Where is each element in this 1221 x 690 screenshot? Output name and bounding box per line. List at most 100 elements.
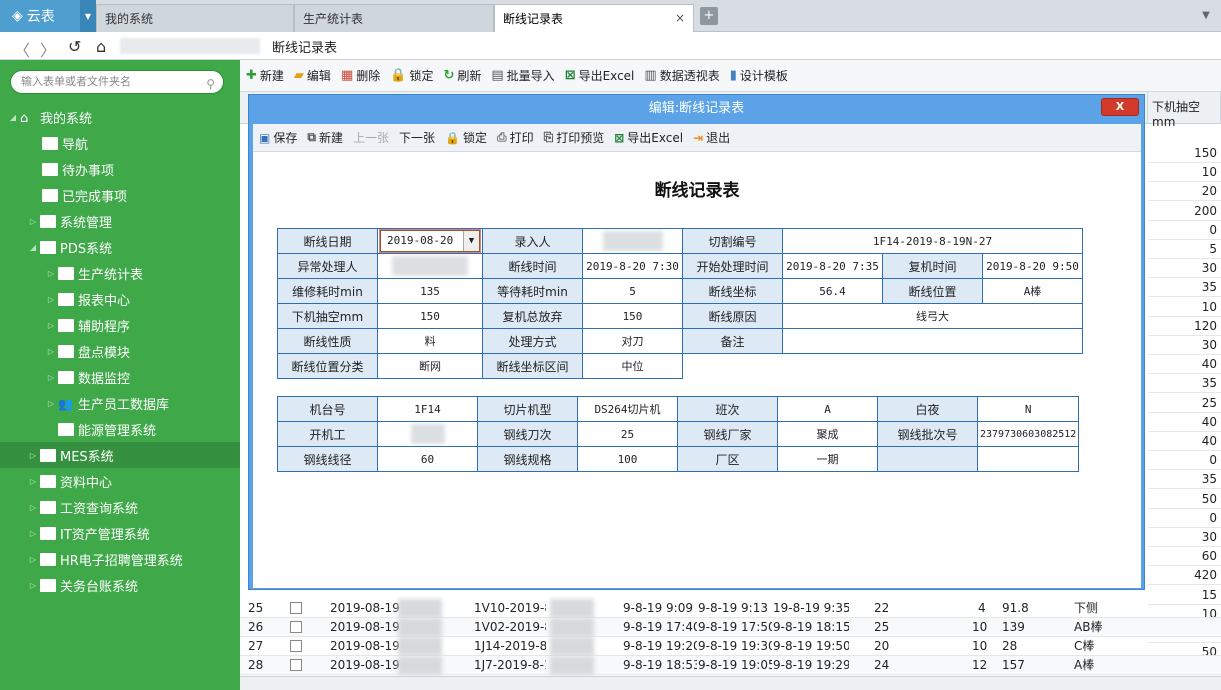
- expand-icon[interactable]: ▷: [28, 529, 38, 538]
- table-row[interactable]: 27 2019-08-19 1J14-2019-8 9-8-19 19:20 9…: [240, 637, 1221, 656]
- machine-field[interactable]: 1F14: [377, 396, 478, 422]
- sidebar-item-energy[interactable]: 能源管理系统: [0, 416, 240, 442]
- save-button[interactable]: ▣ 保存: [259, 129, 297, 146]
- table-row[interactable]: 25 2019-08-19 1V10-2019-8 9-8-19 9:09 9-…: [240, 599, 1221, 618]
- sidebar-item-aux[interactable]: ▷ 辅助程序: [0, 312, 240, 338]
- close-icon[interactable]: ×: [675, 11, 685, 25]
- window-menu-icon[interactable]: ▼: [1191, 0, 1221, 32]
- expand-icon[interactable]: ▷: [28, 581, 38, 590]
- wait-min-field[interactable]: 5: [582, 278, 683, 304]
- sidebar-item-mes[interactable]: ▷ MES系统: [0, 442, 240, 468]
- sidebar-item-hr[interactable]: ▷ HR电子招聘管理系统: [0, 546, 240, 572]
- exit-button[interactable]: ⇥ 退出: [693, 129, 730, 146]
- start-time-field[interactable]: 2019-8-20 7:35: [782, 253, 883, 279]
- shift-field[interactable]: A: [777, 396, 878, 422]
- prev-button[interactable]: 上一张: [353, 129, 389, 146]
- batch-field[interactable]: 2379730603082512: [976, 421, 1080, 447]
- row-checkbox[interactable]: [290, 621, 302, 633]
- expand-icon[interactable]: ▷: [28, 217, 38, 226]
- search-input[interactable]: 输入表单或者文件夹名 ⚲: [10, 70, 224, 94]
- tab-production-stats[interactable]: 生产统计表: [294, 4, 494, 32]
- row-checkbox[interactable]: [290, 659, 302, 671]
- sidebar-item-inventory[interactable]: ▷ 盘点模块: [0, 338, 240, 364]
- note-field[interactable]: [782, 328, 1083, 354]
- tab-my-system[interactable]: 我的系统: [96, 4, 294, 32]
- expand-icon[interactable]: ▷: [46, 321, 56, 330]
- delete-button[interactable]: ▦ 删除: [341, 67, 380, 84]
- sidebar-item-customs[interactable]: ▷ 关务台账系统: [0, 572, 240, 598]
- entry-person-field[interactable]: [582, 228, 683, 254]
- add-tab-button[interactable]: +: [700, 7, 718, 25]
- expand-icon[interactable]: ◢: [28, 243, 38, 252]
- new-button[interactable]: ✚ 新建: [246, 67, 284, 84]
- diameter-field[interactable]: 60: [377, 446, 478, 472]
- next-button[interactable]: 下一张: [399, 129, 435, 146]
- restart-abandon-field[interactable]: 150: [582, 303, 683, 329]
- sidebar-item-it-assets[interactable]: ▷ IT资产管理系统: [0, 520, 240, 546]
- down-mm-field[interactable]: 150: [377, 303, 483, 329]
- home-icon[interactable]: ⌂: [96, 37, 106, 56]
- design-template-button[interactable]: ▮ 设计模板: [730, 67, 788, 84]
- dialog-close-button[interactable]: X: [1101, 98, 1139, 116]
- lock-button[interactable]: 🔒 锁定: [390, 67, 433, 84]
- sidebar-item-pds[interactable]: ◢ PDS系统: [0, 234, 240, 260]
- date-picker[interactable]: 2019-08-20 ▼: [380, 230, 480, 252]
- reload-icon[interactable]: ↺: [68, 37, 81, 56]
- edit-button[interactable]: ▰ 编辑: [294, 67, 331, 84]
- table-row[interactable]: 28 2019-08-19 1J7-2019-8-1 9-8-19 18:53 …: [240, 656, 1221, 675]
- chevron-down-icon[interactable]: ▼: [80, 0, 96, 32]
- cut-no-field[interactable]: 1F14-2019-8-19N-27: [782, 228, 1083, 254]
- sidebar-item-prod-stats[interactable]: ▷ 生产统计表: [0, 260, 240, 286]
- print-preview-button[interactable]: ⎘ 打印预览: [544, 129, 605, 146]
- method-field[interactable]: 对刀: [582, 328, 683, 354]
- tab-break-record[interactable]: 断线记录表 ×: [494, 4, 694, 32]
- empty-value-cell[interactable]: [976, 446, 1080, 472]
- table-row[interactable]: 26 2019-08-19 1V02-2019-8 9-8-19 17:40 9…: [240, 618, 1221, 637]
- url-field[interactable]: [120, 38, 260, 54]
- coord-field[interactable]: 56.4: [782, 278, 883, 304]
- forward-icon[interactable]: 〉: [40, 37, 56, 61]
- print-button[interactable]: ⎙ 打印: [497, 129, 534, 146]
- dialog-new-button[interactable]: ⧉ 新建: [307, 129, 343, 146]
- expand-icon[interactable]: ▷: [28, 477, 38, 486]
- break-date-field[interactable]: 2019-08-20 ▼: [377, 228, 483, 254]
- refresh-button[interactable]: ↻ 刷新: [443, 67, 481, 84]
- sidebar-item-nav[interactable]: 导航: [0, 130, 240, 156]
- app-logo[interactable]: ◈ 云表 ▼: [0, 0, 96, 32]
- dialog-export-excel-button[interactable]: ⊠ 导出Excel: [614, 129, 683, 146]
- position-category-field[interactable]: 断网: [377, 353, 483, 379]
- chevron-down-icon[interactable]: ▼: [463, 231, 479, 251]
- reason-field[interactable]: 线弓大: [782, 303, 1083, 329]
- sidebar-item-docs[interactable]: ▷ 资料中心: [0, 468, 240, 494]
- sidebar-item-sysadmin[interactable]: ▷ 系统管理: [0, 208, 240, 234]
- row-checkbox[interactable]: [290, 602, 302, 614]
- position-field[interactable]: A棒: [982, 278, 1083, 304]
- back-icon[interactable]: 〈: [14, 37, 30, 61]
- day-night-field[interactable]: N: [976, 396, 1080, 422]
- expand-icon[interactable]: ▷: [46, 347, 56, 356]
- coord-range-field[interactable]: 中位: [582, 353, 683, 379]
- sidebar-item-todo[interactable]: 待办事项: [0, 156, 240, 182]
- search-icon[interactable]: ⚲: [206, 73, 215, 95]
- operator-field[interactable]: [377, 421, 478, 447]
- dialog-lock-button[interactable]: 🔒 锁定: [445, 129, 487, 146]
- nature-field[interactable]: 料: [377, 328, 483, 354]
- expand-icon[interactable]: ▷: [46, 295, 56, 304]
- row-checkbox[interactable]: [290, 640, 302, 652]
- sidebar-item-payroll[interactable]: ▷ 工资查询系统: [0, 494, 240, 520]
- expand-icon[interactable]: ▷: [46, 399, 56, 408]
- area-field[interactable]: 一期: [777, 446, 878, 472]
- resume-time-field[interactable]: 2019-8-20 9:50: [982, 253, 1083, 279]
- sidebar-item-done[interactable]: 已完成事项: [0, 182, 240, 208]
- sidebar-item-my-system[interactable]: ◢ ⌂ 我的系统: [0, 104, 240, 130]
- spec-field[interactable]: 100: [577, 446, 678, 472]
- expand-icon[interactable]: ▷: [28, 555, 38, 564]
- expand-icon[interactable]: ▷: [28, 503, 38, 512]
- sidebar-item-monitor[interactable]: ▷ 数据监控: [0, 364, 240, 390]
- export-excel-button[interactable]: ⊠ 导出Excel: [565, 67, 635, 84]
- knife-field[interactable]: 25: [577, 421, 678, 447]
- sidebar-item-staff-db[interactable]: ▷ 👥 生产员工数据库: [0, 390, 240, 416]
- repair-min-field[interactable]: 135: [377, 278, 483, 304]
- vendor-field[interactable]: 聚成: [777, 421, 878, 447]
- expand-icon[interactable]: ◢: [8, 113, 18, 122]
